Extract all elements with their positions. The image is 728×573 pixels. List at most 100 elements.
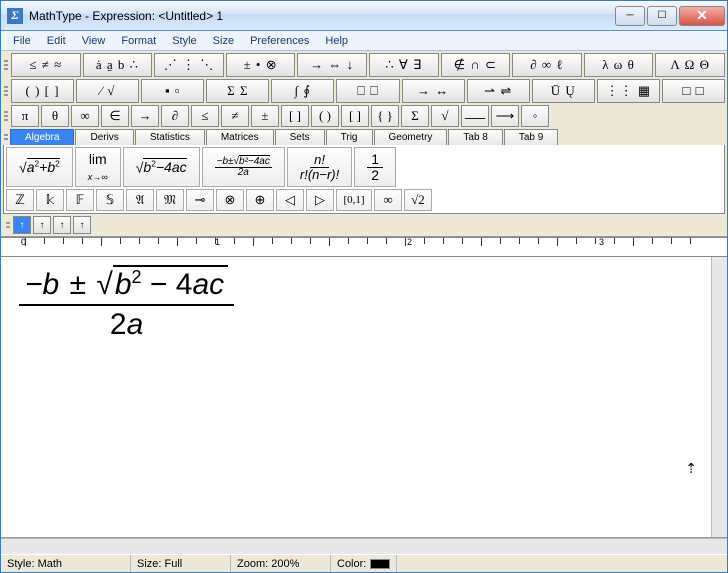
sym-elementof[interactable]: ∈ [101, 105, 129, 127]
menu-edit[interactable]: Edit [39, 33, 74, 49]
palette-arrows[interactable]: → ⇔ ↓ [297, 53, 367, 77]
toolbar-grip[interactable] [3, 129, 9, 145]
palette-fences[interactable]: ( ) [ ] [11, 79, 74, 103]
tmpl-parens[interactable]: ( ) [311, 105, 339, 127]
tmpl-braces[interactable]: { } [371, 105, 399, 127]
tray-m[interactable]: 𝔐 [156, 189, 184, 211]
tray-half[interactable]: 12 [354, 147, 396, 187]
ruler[interactable]: 0 1 2 3 [1, 237, 727, 257]
toolbar-grip[interactable] [3, 79, 9, 103]
menu-size[interactable]: Size [205, 33, 242, 49]
palette-greek-upper[interactable]: Λ Ω Θ [655, 53, 725, 77]
tmpl-sum[interactable]: Σ [401, 105, 429, 127]
palette-fractions[interactable]: ⁄ √ [76, 79, 139, 103]
tab-trig[interactable]: Trig [326, 129, 373, 145]
toolbar-grip[interactable] [3, 53, 9, 77]
status-size: Full [165, 558, 183, 570]
tab-statistics[interactable]: Statistics [135, 129, 205, 145]
close-button[interactable]: ✕ [679, 6, 725, 26]
maximize-button[interactable]: ☐ [647, 6, 677, 26]
align-2[interactable]: ↑ [33, 216, 51, 234]
palette-integrals[interactable]: ∫ ∮ [271, 79, 334, 103]
palette-sets[interactable]: ∉ ∩ ⊂ [441, 53, 511, 77]
palette-scripts[interactable]: ▪ ▫ [141, 79, 204, 103]
tray-quadratic[interactable]: −b±√b²−4ac2a [202, 147, 285, 187]
tray-inf[interactable]: ∞ [374, 189, 402, 211]
sym-arrow[interactable]: → [131, 105, 159, 127]
tray-lollipop[interactable]: ⊸ [186, 189, 214, 211]
tray-k[interactable]: 𝕜 [36, 189, 64, 211]
tab-8[interactable]: Tab 8 [448, 129, 502, 145]
palette-dots[interactable]: ⋰ ⋮ ⋱ [154, 53, 224, 77]
palette-logic[interactable]: ∴ ∀ ∃ [369, 53, 439, 77]
palette-operators[interactable]: ± • ⊗ [226, 53, 296, 77]
tmpl-longarrow[interactable]: ⟶ [491, 105, 519, 127]
palette-boxes[interactable]: □ □ [662, 79, 725, 103]
tab-algebra[interactable]: Algebra [10, 129, 74, 145]
menu-style[interactable]: Style [164, 33, 204, 49]
titlebar: Σ MathType - Expression: <Untitled> 1 ─ … [1, 1, 727, 31]
horizontal-scrollbar[interactable] [1, 538, 727, 554]
palette-sums[interactable]: Σ Σ [206, 79, 269, 103]
toolbar-grip[interactable] [3, 105, 9, 127]
palette-products[interactable]: ⇀ ⇌ [467, 79, 530, 103]
tmpl-sqbrack[interactable]: [ ] [341, 105, 369, 127]
status-size-label: Size: [137, 558, 161, 570]
sym-pm[interactable]: ± [251, 105, 279, 127]
palette-hats[interactable]: Ū Ų [532, 79, 595, 103]
tray-sqrt2[interactable]: √2 [404, 189, 432, 211]
tray-binomial[interactable]: n!r!(n−r)! [287, 147, 352, 187]
sym-neq[interactable]: ≠ [221, 105, 249, 127]
palette-underover[interactable]: ⎕ ⎕ [336, 79, 399, 103]
tray-s[interactable]: 𝕊 [96, 189, 124, 211]
tab-9[interactable]: Tab 9 [504, 129, 558, 145]
sym-infinity[interactable]: ∞ [71, 105, 99, 127]
palette-greek-lower[interactable]: λ ω θ [584, 53, 654, 77]
tray-otimes[interactable]: ⊗ [216, 189, 244, 211]
minimize-button[interactable]: ─ [615, 6, 645, 26]
palette-embellish[interactable]: ȧ a̱ b ∴ [83, 53, 153, 77]
tmpl-dot[interactable]: ◦ [521, 105, 549, 127]
status-color-swatch[interactable] [370, 559, 390, 569]
quadratic-expression[interactable]: −b ± b2 − 4ac 2a [19, 265, 234, 342]
palette-matrices[interactable]: ⋮⋮ ▦ [597, 79, 660, 103]
tmpl-sqrt[interactable]: √ [431, 105, 459, 127]
tmpl-strike[interactable]: ⸺ [461, 105, 489, 127]
align-1[interactable]: ↑ [13, 216, 31, 234]
menu-view[interactable]: View [74, 33, 114, 49]
palette-relations[interactable]: ≤ ≠ ≈ [11, 53, 81, 77]
window-title: MathType - Expression: <Untitled> 1 [29, 9, 223, 23]
tray-pythag[interactable]: √a2+b2 [6, 147, 73, 187]
tray-rtri[interactable]: ▷ [306, 189, 334, 211]
palette-calculus[interactable]: ∂ ∞ ℓ [512, 53, 582, 77]
tray-oplus[interactable]: ⊕ [246, 189, 274, 211]
tray-interval[interactable]: [0,1] [336, 189, 372, 211]
editor-canvas[interactable]: −b ± b2 − 4ac 2a ⇡ [1, 257, 727, 538]
sym-pi[interactable]: π [11, 105, 39, 127]
tray-z[interactable]: ℤ [6, 189, 34, 211]
status-zoom: 200% [271, 558, 299, 570]
sym-leq[interactable]: ≤ [191, 105, 219, 127]
menu-help[interactable]: Help [317, 33, 356, 49]
palette-labeled-arrows[interactable]: → ↔ [402, 79, 465, 103]
menu-format[interactable]: Format [113, 33, 164, 49]
cursor-icon: ⇡ [685, 460, 697, 477]
tab-sets[interactable]: Sets [275, 129, 325, 145]
menu-preferences[interactable]: Preferences [242, 33, 317, 49]
tab-geometry[interactable]: Geometry [374, 129, 448, 145]
tray-f[interactable]: 𝔽 [66, 189, 94, 211]
tray-discriminant[interactable]: √b2−4ac [123, 147, 200, 187]
toolbar-grip[interactable] [5, 216, 11, 234]
vertical-scrollbar[interactable] [711, 257, 727, 537]
sym-theta[interactable]: θ [41, 105, 69, 127]
tmpl-brackets[interactable]: [ ] [281, 105, 309, 127]
menu-file[interactable]: File [5, 33, 39, 49]
align-4[interactable]: ↑ [73, 216, 91, 234]
tab-matrices[interactable]: Matrices [206, 129, 274, 145]
align-3[interactable]: ↑ [53, 216, 71, 234]
tab-derivs[interactable]: Derivs [75, 129, 133, 145]
tray-limit[interactable]: limx→∞ [75, 147, 121, 187]
tray-ltri[interactable]: ◁ [276, 189, 304, 211]
tray-a[interactable]: 𝔄 [126, 189, 154, 211]
sym-partial[interactable]: ∂ [161, 105, 189, 127]
